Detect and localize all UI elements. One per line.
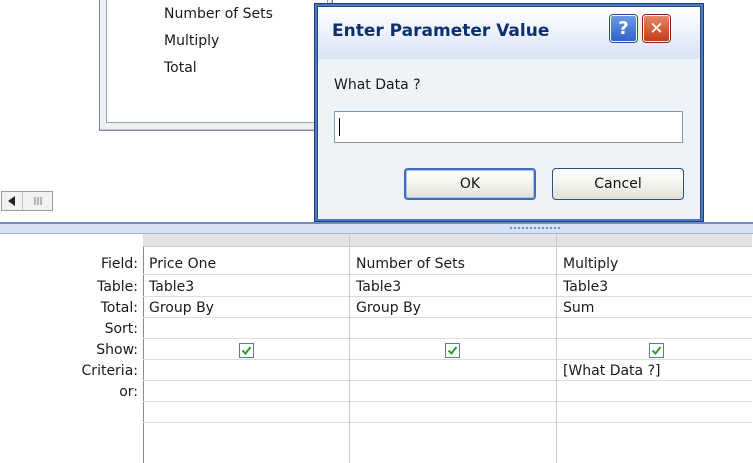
grid-column[interactable]: Multiply Table3 Sum [What Data ?] (557, 234, 752, 463)
grid-column[interactable]: Price One Table3 Group By (143, 234, 350, 463)
checkmark-icon (447, 346, 458, 356)
field-list-item[interactable]: Multiply (164, 33, 219, 49)
table-cell[interactable]: Table3 (563, 277, 608, 297)
row-label-field: Field: (100, 256, 138, 272)
dialog-body: What Data ? OK Cancel (318, 59, 700, 219)
total-cell[interactable]: Group By (356, 298, 421, 318)
total-cell[interactable]: Group By (149, 298, 214, 318)
field-list-item[interactable]: Total (164, 60, 197, 76)
row-divider (350, 401, 556, 402)
field-cell[interactable]: Multiply (563, 254, 618, 274)
parameter-prompt: What Data ? (334, 77, 421, 93)
row-divider (143, 338, 349, 339)
row-divider (350, 274, 556, 275)
grid-column[interactable]: Number of Sets Table3 Group By (350, 234, 557, 463)
row-divider (557, 274, 752, 275)
field-list-item[interactable]: Number of Sets (164, 6, 273, 22)
row-divider (350, 338, 556, 339)
column-selector[interactable] (557, 234, 752, 247)
criteria-cell[interactable]: [What Data ?] (563, 361, 660, 381)
row-label-show: Show: (96, 342, 138, 358)
enter-parameter-dialog: Enter Parameter Value ? ✕ What Data ? OK… (317, 6, 701, 219)
splitter-grip (510, 227, 560, 231)
row-divider (143, 380, 349, 381)
close-icon: ✕ (649, 18, 664, 39)
row-divider (557, 401, 752, 402)
row-divider (557, 338, 752, 339)
row-divider (143, 359, 349, 360)
table-cell[interactable]: Table3 (149, 277, 194, 297)
cancel-button[interactable]: Cancel (552, 168, 684, 200)
total-cell[interactable]: Sum (563, 298, 594, 318)
checkmark-icon (241, 346, 252, 356)
close-button[interactable]: ✕ (643, 15, 670, 42)
row-divider (143, 401, 349, 402)
field-list-window[interactable]: Number of Sets Multiply Total (99, 0, 333, 131)
row-label-criteria: Criteria: (81, 363, 138, 379)
row-divider (350, 359, 556, 360)
field-cell[interactable]: Number of Sets (356, 254, 465, 274)
horizontal-scrollbar[interactable] (1, 191, 53, 211)
checkmark-icon (651, 346, 662, 356)
query-design-grid: Field: Table: Total: Sort: Show: Criteri… (0, 234, 753, 463)
row-label-or: or: (119, 384, 138, 400)
row-divider (350, 422, 556, 423)
column-selector[interactable] (350, 234, 556, 247)
row-divider (557, 422, 752, 423)
row-divider (350, 380, 556, 381)
grip-icon[interactable] (23, 192, 52, 210)
dialog-title: Enter Parameter Value (332, 21, 550, 41)
row-divider (143, 274, 349, 275)
help-icon: ? (618, 18, 629, 39)
triangle-left-icon[interactable] (2, 192, 23, 210)
parameter-input[interactable] (334, 111, 683, 143)
pane-splitter[interactable] (0, 222, 753, 234)
dialog-title-bar[interactable]: Enter Parameter Value ? ✕ (318, 7, 700, 59)
row-divider (143, 422, 349, 423)
help-button[interactable]: ? (610, 15, 637, 42)
show-checkbox[interactable] (445, 343, 460, 358)
row-label-table: Table: (97, 279, 138, 295)
ok-button[interactable]: OK (404, 168, 536, 200)
row-divider (557, 359, 752, 360)
column-selector[interactable] (143, 234, 349, 247)
show-checkbox[interactable] (239, 343, 254, 358)
field-list: Number of Sets Multiply Total (106, 0, 328, 123)
row-label-sort: Sort: (104, 321, 138, 337)
field-cell[interactable]: Price One (149, 254, 216, 274)
table-cell[interactable]: Table3 (356, 277, 401, 297)
row-label-total: Total: (100, 300, 138, 316)
show-checkbox[interactable] (649, 343, 664, 358)
text-caret (339, 118, 340, 136)
